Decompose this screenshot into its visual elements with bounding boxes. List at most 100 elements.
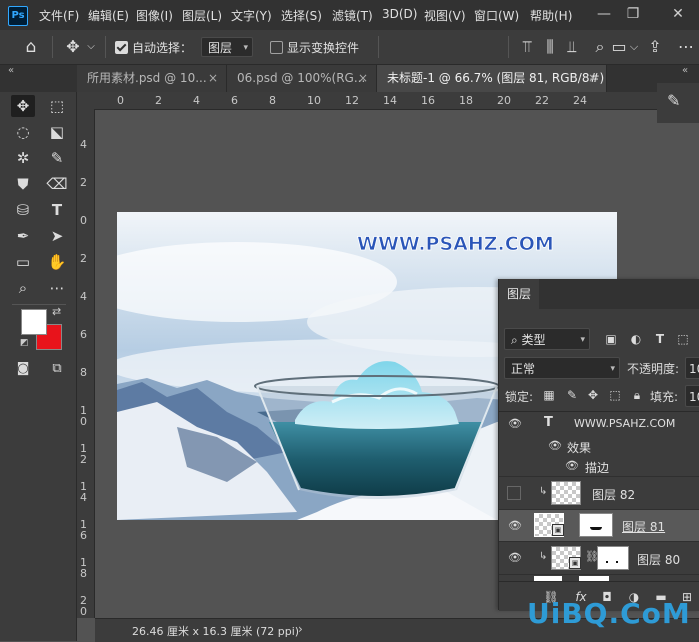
- rectangle-tool-icon[interactable]: ▭: [11, 251, 35, 273]
- layer-filter-dropdown[interactable]: ⌕ 类型 ▾: [504, 328, 590, 350]
- object-select-tool-icon[interactable]: ⬕: [45, 121, 69, 143]
- filter-pixel-icon[interactable]: ▣: [603, 331, 619, 347]
- fill-value: 10: [689, 390, 699, 404]
- eraser-tool-icon[interactable]: ⌫: [45, 173, 69, 195]
- quick-mask-icon[interactable]: ◙: [11, 358, 35, 380]
- menu-view[interactable]: 视图(V): [424, 7, 466, 24]
- align-top-edges-icon[interactable]: ⫪: [517, 37, 537, 57]
- hand-tool-icon[interactable]: ✋: [45, 251, 69, 273]
- visibility-toggle-off[interactable]: [507, 486, 521, 500]
- tab-untitled-1[interactable]: 未标题-1 @ 66.7% (图层 81, RGB/8#) * ×: [377, 65, 607, 92]
- visibility-eye-icon[interactable]: 👁︎: [565, 459, 579, 473]
- chevron-down-icon[interactable]: ⌵: [628, 37, 640, 57]
- move-tool-icon[interactable]: ✥: [11, 95, 35, 117]
- tab-label: 06.psd @ 100%(RG...: [237, 71, 366, 85]
- lasso-tool-icon[interactable]: ◌: [11, 121, 35, 143]
- align-vertical-centers-icon[interactable]: ⫼: [540, 37, 560, 57]
- divider: [378, 36, 379, 58]
- options-bar: ⌂ ✥ ⌵ 自动选择： 图层 ▾ 显示变换控件 ⫪ ⫼ ⫫ ⌕ ▭ ⌵ ⇪ ⋯: [0, 30, 699, 85]
- pen-tool-icon[interactable]: ✒: [11, 225, 35, 247]
- fill-input[interactable]: 10: [685, 385, 699, 407]
- move-tool-icon[interactable]: ✥: [63, 37, 83, 57]
- visibility-eye-icon[interactable]: 👁︎: [508, 551, 522, 565]
- swap-colors-icon[interactable]: ⇄: [52, 305, 61, 318]
- layer-row-82[interactable]: ↳ 图层 82: [499, 477, 699, 510]
- menu-3d[interactable]: 3D(D): [382, 7, 417, 21]
- chevron-down-icon: ▾: [580, 335, 585, 345]
- ruler-tick-label: 18: [80, 556, 87, 580]
- close-icon[interactable]: ×: [208, 65, 218, 92]
- layer-effect-stroke-row[interactable]: 👁︎ 描边: [499, 456, 699, 477]
- magic-wand-tool-icon[interactable]: ✲: [11, 147, 35, 169]
- more-tools-icon[interactable]: ⋯: [45, 277, 69, 299]
- align-bottom-edges-icon[interactable]: ⫫: [562, 37, 582, 57]
- tab-material[interactable]: 所用素材.psd @ 10... ×: [77, 65, 227, 92]
- close-icon[interactable]: ×: [358, 65, 368, 92]
- ruler-tick-label: 2: [155, 94, 162, 107]
- lock-image-icon[interactable]: ✎: [564, 387, 580, 403]
- tab-06[interactable]: 06.psd @ 100%(RG... ×: [227, 65, 377, 92]
- share-icon[interactable]: ⇪: [645, 37, 665, 57]
- menu-image[interactable]: 图像(I): [136, 7, 173, 24]
- layer-row-80[interactable]: 👁︎ ↳ ▣ ⛓ 图层 80: [499, 542, 699, 575]
- tab-label: 未标题-1 @ 66.7% (图层 81, RGB/8#) *: [387, 71, 607, 85]
- menu-filter[interactable]: 滤镜(T): [332, 7, 373, 24]
- ruler-vertical: 4 2 0 2 4 6 8 10 12 14 16 18 20: [77, 109, 95, 618]
- foreground-color-swatch[interactable]: [21, 309, 47, 335]
- filter-shape-icon[interactable]: ⬚: [675, 331, 691, 347]
- auto-select-checkbox[interactable]: [115, 41, 128, 54]
- type-tool-icon[interactable]: T: [45, 199, 69, 221]
- filter-adjustment-icon[interactable]: ◐: [628, 331, 644, 347]
- menu-select[interactable]: 选择(S): [281, 7, 322, 24]
- properties-panel-icon[interactable]: ✎: [667, 91, 680, 110]
- ruler-tick-label: 20: [497, 94, 511, 107]
- layer-filter-value: 类型: [521, 333, 546, 347]
- menu-window[interactable]: 窗口(W): [474, 7, 519, 24]
- screen-mode-icon[interactable]: ⧉: [45, 358, 69, 380]
- mask-dot: [616, 561, 618, 563]
- restore-button[interactable]: ❐: [623, 4, 643, 24]
- visibility-eye-icon[interactable]: 👁︎: [508, 417, 522, 431]
- path-select-tool-icon[interactable]: ➤: [45, 225, 69, 247]
- menu-file[interactable]: 文件(F): [39, 7, 79, 24]
- home-icon[interactable]: ⌂: [21, 37, 41, 57]
- blend-mode-dropdown[interactable]: 正常 ▾: [504, 357, 620, 379]
- visibility-eye-icon[interactable]: 👁︎: [548, 439, 562, 453]
- visibility-eye-icon[interactable]: 👁︎: [508, 519, 522, 533]
- layer-row-text[interactable]: 👁︎ T WWW.PSAHZ.COM: [499, 412, 699, 436]
- menu-layer[interactable]: 图层(L): [182, 7, 222, 24]
- collapse-toolbox-icon[interactable]: «: [8, 65, 14, 76]
- lock-transparent-icon[interactable]: ▦: [541, 387, 557, 403]
- menu-edit[interactable]: 编辑(E): [88, 7, 129, 24]
- paint-bucket-tool-icon[interactable]: ⛁: [11, 199, 35, 221]
- auto-select-target-dropdown[interactable]: 图层 ▾: [201, 37, 253, 57]
- lock-artboard-icon[interactable]: ⬚: [607, 387, 623, 403]
- right-panel-strip: ✎: [657, 83, 699, 123]
- ruler-tick-label: 4: [80, 138, 87, 151]
- workspace-icon[interactable]: ▭: [609, 37, 629, 57]
- close-window-button[interactable]: ✕: [668, 4, 688, 24]
- clipping-arrow-icon: ↳: [539, 486, 548, 497]
- layer-row-81[interactable]: 👁︎ ▣ 图层 81: [499, 510, 699, 542]
- layer-effects-row[interactable]: 👁︎ 效果: [499, 436, 699, 456]
- minimize-button[interactable]: —: [594, 4, 614, 24]
- menu-type[interactable]: 文字(Y): [231, 7, 272, 24]
- lock-all-icon[interactable]: 🔒︎: [629, 387, 645, 403]
- search-icon[interactable]: ⌕: [590, 37, 610, 57]
- show-transform-checkbox[interactable]: [270, 41, 283, 54]
- tab-layers[interactable]: 图层: [499, 279, 539, 309]
- menu-help[interactable]: 帮助(H): [530, 7, 572, 24]
- more-icon[interactable]: ⋯: [676, 37, 696, 57]
- filter-type-icon[interactable]: T: [652, 331, 668, 347]
- zoom-tool-icon[interactable]: ⌕: [11, 277, 35, 299]
- collapse-panels-icon[interactable]: «: [682, 65, 688, 76]
- opacity-input[interactable]: 10: [685, 357, 699, 379]
- default-colors-icon[interactable]: ◩: [20, 338, 29, 348]
- marquee-tool-icon[interactable]: ⬚: [45, 95, 69, 117]
- status-more-icon[interactable]: ›: [298, 622, 303, 636]
- close-icon[interactable]: ×: [588, 65, 598, 92]
- chevron-down-icon[interactable]: ⌵: [85, 37, 97, 57]
- stamp-tool-icon[interactable]: ⛊: [11, 173, 35, 195]
- brush-tool-icon[interactable]: ✎: [45, 147, 69, 169]
- lock-position-icon[interactable]: ✥: [585, 387, 601, 403]
